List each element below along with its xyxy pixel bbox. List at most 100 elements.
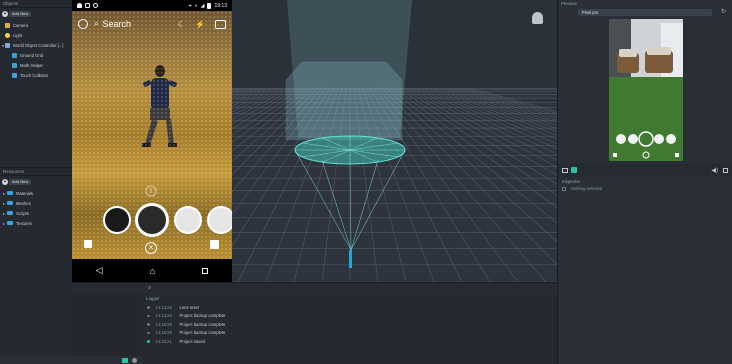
inspector-empty-state: Nothing selected	[562, 186, 732, 191]
resource-folder-scripts[interactable]: ▸ Scripts	[0, 208, 72, 218]
preview-render[interactable]	[609, 19, 683, 161]
log-status-dot	[147, 331, 150, 334]
memories-icon[interactable]	[84, 240, 92, 248]
refresh-icon[interactable]: ↻	[721, 9, 728, 16]
log-status-dot	[147, 340, 150, 343]
objects-panel: Objects + Add New Camera Light ▾ World O…	[0, 0, 72, 167]
close-icon[interactable]: ×	[145, 242, 157, 254]
log-row[interactable]: 14:14:22 Lens reset	[143, 303, 557, 312]
scene-object-icon	[5, 42, 11, 48]
object-item-label: World Object Controller [...]	[13, 42, 64, 48]
plus-icon: +	[2, 179, 8, 185]
snapchat-ghost-icon[interactable]	[532, 12, 543, 24]
fullscreen-icon[interactable]	[723, 167, 728, 173]
object-item-camera[interactable]: Camera	[0, 20, 72, 30]
discover-icon[interactable]	[210, 240, 219, 249]
status-bar	[0, 356, 143, 364]
preview-device-select[interactable]: Pixel pro	[578, 9, 712, 16]
location-icon: ⌖	[188, 2, 192, 9]
object-item-world-object-controller[interactable]: ▾ World Object Controller [...]	[0, 40, 72, 50]
preview-panel: Preview Pixel pro ↻	[557, 0, 732, 175]
resource-folder-textures[interactable]: ▸ Textures	[0, 218, 72, 228]
snapcode-toggle-icon[interactable]	[571, 167, 577, 173]
light-bulb-icon	[5, 32, 10, 38]
profile-icon[interactable]	[78, 19, 88, 29]
resource-folder-materials[interactable]: ▸ Materials	[0, 188, 72, 198]
folder-icon	[7, 191, 14, 195]
search-icon[interactable]: ⌕	[148, 285, 151, 292]
recents-icon[interactable]	[202, 267, 209, 274]
log-message: Lens reset	[179, 304, 200, 310]
resource-folder-label: Meshes	[16, 200, 31, 206]
log-message: Project backup complete	[179, 330, 226, 336]
signal-icon: ◢	[200, 2, 205, 9]
object-item-label: Camera	[13, 22, 28, 28]
night-mode-icon[interactable]: ☾	[178, 20, 185, 29]
log-status-dot	[147, 323, 150, 326]
phone-status-bar: ⌖ ◗ ◢ 19:13	[72, 0, 232, 11]
folder-icon	[7, 201, 14, 205]
flash-off-icon[interactable]: ⚡	[195, 20, 205, 29]
resource-folder-label: Materials	[16, 190, 34, 196]
logger-search-strip: ⌕	[72, 282, 557, 294]
log-time: 14:14:23	[155, 313, 172, 319]
preview-panel-title: Preview	[561, 1, 577, 6]
chevron-right-icon[interactable]: ▸	[3, 201, 5, 206]
light-volume	[285, 61, 403, 141]
chevron-right-icon[interactable]: ▸	[3, 191, 5, 196]
log-time: 14:14:22	[155, 304, 172, 310]
chevron-right-icon[interactable]: ▸	[3, 211, 5, 216]
back-icon[interactable]: ◁	[96, 265, 103, 276]
object-item-label: Ground Grid	[20, 52, 44, 58]
lens-carousel-item[interactable]	[103, 206, 131, 234]
object-item-label: Touch Collision	[20, 72, 49, 78]
log-row[interactable]: 14:15:25 Project backup complete	[143, 320, 557, 329]
lens-carousel-item[interactable]	[207, 206, 232, 234]
objects-add-new-button[interactable]: + Add New	[2, 11, 70, 17]
chevron-right-icon[interactable]: ▸	[3, 221, 5, 226]
object-item-label: Math Helper	[20, 62, 43, 68]
objects-add-new-label: Add New	[9, 11, 32, 17]
resource-folder-meshes[interactable]: ▸ Meshes	[0, 198, 72, 208]
chevron-down-icon[interactable]: ▾	[2, 43, 4, 48]
status-time: 19:13	[214, 2, 227, 9]
inspector-empty-icon	[562, 186, 566, 191]
object-item-ground-grid[interactable]: Ground Grid	[0, 50, 72, 60]
object-item-label: Light	[13, 32, 23, 38]
log-row[interactable]: 14:15:26 Project backup complete	[143, 329, 557, 338]
scene-viewport[interactable]	[232, 0, 557, 282]
plus-icon: +	[2, 11, 8, 17]
search-icon[interactable]: ⌕	[94, 19, 98, 29]
snapcode-icon[interactable]	[122, 357, 128, 363]
capture-button-lens[interactable]	[135, 203, 169, 237]
log-message: Project saved	[179, 338, 205, 344]
log-message: Project backup complete	[179, 321, 226, 327]
notification-off-icon	[93, 3, 98, 8]
phone-camera-preview: ⌖ ◗ ◢ 19:13 ⌕ Search ☾ ⚡ × ◁ ⌂	[72, 0, 232, 282]
lens-studio-window: Objects + Add New Camera Light ▾ World O…	[0, 0, 732, 364]
logger-panel: Logger 14:14:22 Lens reset 14:14:23 Proj…	[143, 294, 557, 364]
settings-icon[interactable]	[132, 357, 137, 363]
object-item-touch-collision[interactable]: Touch Collision	[0, 70, 72, 80]
battery-icon	[207, 2, 212, 9]
resource-folder-label: Scripts	[16, 210, 29, 216]
log-row[interactable]: 14:16:21 Project saved	[143, 337, 557, 346]
inspector-message: Nothing selected	[571, 186, 603, 191]
phone-search-label[interactable]: Search	[102, 19, 131, 29]
wifi-icon: ◗	[194, 2, 198, 9]
snapchat-ghost-icon	[77, 3, 82, 8]
object-item-light[interactable]: Light	[0, 30, 72, 40]
preview-toolbar: ◀)	[557, 163, 732, 177]
device-toggle-icon[interactable]	[562, 167, 568, 173]
object-item-math-helper[interactable]: Math Helper	[0, 60, 72, 70]
lens-carousel-item[interactable]	[174, 206, 202, 234]
log-time: 14:16:21	[155, 338, 172, 344]
resources-add-new-label: Add New	[9, 179, 32, 185]
flip-camera-icon[interactable]	[215, 19, 226, 29]
resources-add-new-button[interactable]: + Add New	[2, 179, 70, 185]
logger-filter-column	[72, 294, 143, 364]
log-row[interactable]: 14:14:23 Project backup complete	[143, 312, 557, 321]
home-icon[interactable]: ⌂	[150, 266, 155, 276]
preview-scene	[609, 19, 683, 161]
volume-icon[interactable]: ◀)	[711, 167, 718, 174]
